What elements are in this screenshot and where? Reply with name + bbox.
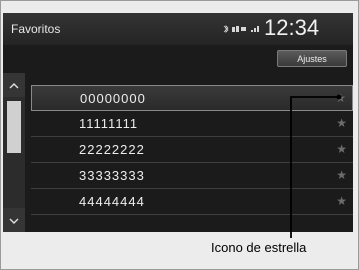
star-icon-callout-label: Icono de estrella	[211, 240, 307, 255]
callout-leader	[290, 94, 342, 238]
